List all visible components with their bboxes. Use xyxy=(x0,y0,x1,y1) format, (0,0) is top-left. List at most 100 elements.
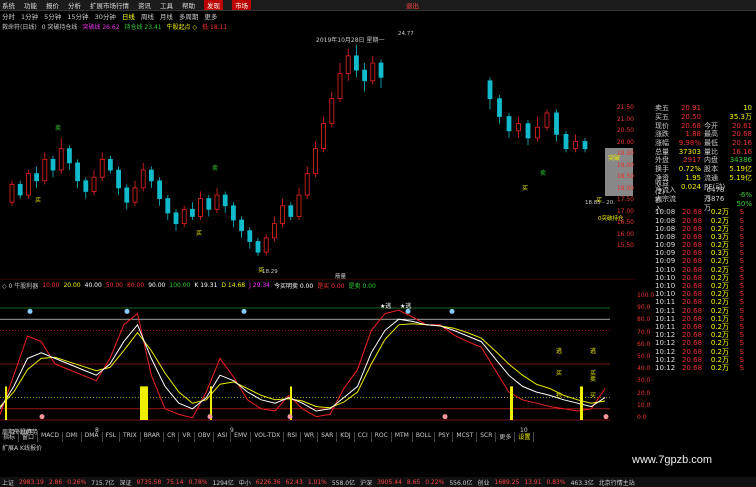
status-item: 13.91 xyxy=(524,478,542,486)
quote-panel: 卖五 20.91 10 买五 20.50 35.3万 现价 20.68 今开 20.61 涨跌 1.8… xyxy=(655,104,756,372)
trade-cell: 20.68 xyxy=(682,282,703,291)
trade-cell: S xyxy=(739,273,744,282)
indicator-tab[interactable]: VR xyxy=(179,432,195,442)
menu-item[interactable]: 工具 xyxy=(160,0,173,10)
indicator-tab[interactable]: SCR xyxy=(477,432,497,442)
period-tab[interactable]: 1分钟 xyxy=(21,11,38,21)
menu-item[interactable]: 资讯 xyxy=(138,0,151,10)
indicator-legend-item: K 19.31 xyxy=(194,282,218,289)
trade-cell: 10:10 xyxy=(655,265,676,274)
indicator-tab[interactable]: CR xyxy=(164,432,180,442)
trade-cell: 20.68 xyxy=(682,298,703,307)
indicator-tab[interactable]: FSL xyxy=(103,432,121,442)
indicator-tab[interactable]: MCST xyxy=(453,432,478,442)
month-label: 8 xyxy=(95,427,99,434)
indicator-tab[interactable]: KDJ xyxy=(337,432,355,442)
menu-highlight[interactable]: 发现 xyxy=(204,0,223,10)
indicator-tab[interactable]: 更多 xyxy=(496,432,516,442)
period-tab[interactable]: 多周期 xyxy=(179,11,199,21)
indicator-tab[interactable]: PSY xyxy=(435,432,454,442)
trade-cell: 20.68 xyxy=(682,216,703,225)
candle-body xyxy=(198,198,204,217)
menu-item[interactable]: 系统 xyxy=(2,0,15,10)
candle-body xyxy=(42,158,48,182)
quote-value: 2917 xyxy=(683,156,701,165)
period-tab[interactable]: 更多 xyxy=(204,11,217,21)
menu-item[interactable]: 扩展市场行情 xyxy=(90,0,129,10)
quote-value: 37303 xyxy=(678,147,701,156)
indicator-legend-item: 50.00 xyxy=(105,282,123,289)
indicator-tab[interactable]: CCI xyxy=(355,432,372,442)
indicator-tab[interactable]: VOL-TDX xyxy=(251,432,285,442)
indicator-tab[interactable]: ROC xyxy=(372,432,392,442)
low-label: 18.29 xyxy=(262,269,278,275)
indicator-tab[interactable]: TRIX xyxy=(120,432,141,442)
indicator-tab[interactable]: SAR xyxy=(318,432,338,442)
indicator-tab[interactable]: DMA xyxy=(82,432,103,442)
watermark: www.7gpzb.com xyxy=(632,454,713,466)
indicator-tab[interactable]: 窗口 xyxy=(19,432,39,442)
menu-item[interactable]: 功能 xyxy=(24,0,37,10)
indicator-tick: 20.0 xyxy=(637,389,651,397)
menu-highlight[interactable]: 市场 xyxy=(232,0,251,10)
price-tick: 20.50 xyxy=(616,127,634,134)
menu-item[interactable]: 帮助 xyxy=(182,0,195,10)
indicator-legend: ◇ 0 牛股利器 10.00 20.00 40.00 50.00 80.00 90.00 10… xyxy=(2,281,632,290)
candle-body xyxy=(271,223,277,239)
indicator-tab[interactable]: WR xyxy=(301,432,319,442)
indicator-legend-item: J 29.34 xyxy=(249,282,270,289)
indicator-chart[interactable]: ★逃 ★逃逃 逃买 买抄卖买 xyxy=(0,290,635,427)
bottom-marker xyxy=(442,414,448,420)
indicator-tab[interactable]: MTM xyxy=(392,432,413,442)
candle-body xyxy=(17,183,23,196)
indicator-tab[interactable]: RSI xyxy=(284,432,301,442)
period-tab[interactable]: 月线 xyxy=(160,11,173,21)
candle-body xyxy=(222,194,228,207)
period-tab[interactable]: 15分钟 xyxy=(67,11,88,21)
quote-value2: 50% xyxy=(736,199,752,208)
period-tab[interactable]: 30分钟 xyxy=(95,11,116,21)
signal-bar xyxy=(580,386,583,420)
candle-body xyxy=(58,148,64,171)
indicator-tab[interactable]: OBV xyxy=(195,432,215,442)
signal-bar xyxy=(140,386,148,420)
candle-body xyxy=(337,73,343,100)
indicator-tab[interactable]: ASI xyxy=(214,432,232,442)
indicator-tab[interactable]: BOLL xyxy=(413,432,436,442)
period-tab[interactable]: 5分钟 xyxy=(44,11,61,21)
candlestick-chart[interactable]: 突破18.85 - 20.0突破持仓2019年10月28日 星期一24.7718… xyxy=(0,30,635,280)
indicator-tab[interactable]: DMI xyxy=(63,432,82,442)
top-marker xyxy=(27,308,33,314)
trade-cell: S xyxy=(739,241,744,250)
status-bar: 上证 2983.19 2.86 0.26% 715.7亿 深证 9735.58 75.14 0.… xyxy=(0,477,756,487)
trade-cell: 20.68 xyxy=(682,232,703,241)
indicator-tab[interactable]: BRAR xyxy=(141,432,165,442)
trade-cell: 20.68 xyxy=(682,273,703,282)
candle-body xyxy=(554,112,559,135)
candle-body xyxy=(353,55,359,71)
indicator-tick: 90.0 xyxy=(637,304,651,312)
candle-body xyxy=(108,158,113,171)
quote-value2: 20.61 xyxy=(731,121,752,130)
indicator-mark: 逃 xyxy=(590,347,596,355)
period-tab[interactable]: 周线 xyxy=(141,11,154,21)
indicator-tab[interactable]: MACD xyxy=(38,432,64,442)
menu-item[interactable]: 报价 xyxy=(46,0,59,10)
status-item: 0.22% xyxy=(425,478,445,486)
top-marker xyxy=(449,308,455,314)
period-tab[interactable]: 分时 xyxy=(2,11,15,21)
trade-cell: 20.68 xyxy=(682,306,703,315)
indicator-tab[interactable]: 指标 xyxy=(0,432,20,442)
candle-body xyxy=(288,205,294,217)
status-item: 6226.36 xyxy=(255,478,281,486)
indicator-tab[interactable]: EMV xyxy=(231,432,252,442)
quote-value: 0.024 xyxy=(680,182,701,191)
period-tab[interactable]: 日线 xyxy=(122,11,135,21)
price-tick: 17.50 xyxy=(616,196,634,203)
exit-button[interactable]: 退出 xyxy=(406,0,419,10)
indicator-mark: 买 xyxy=(590,392,596,400)
price-tick: 16.50 xyxy=(616,219,634,226)
menu-item[interactable]: 分析 xyxy=(68,0,81,10)
trade-cell: 20.68 xyxy=(682,257,703,266)
candle-body xyxy=(280,205,286,224)
